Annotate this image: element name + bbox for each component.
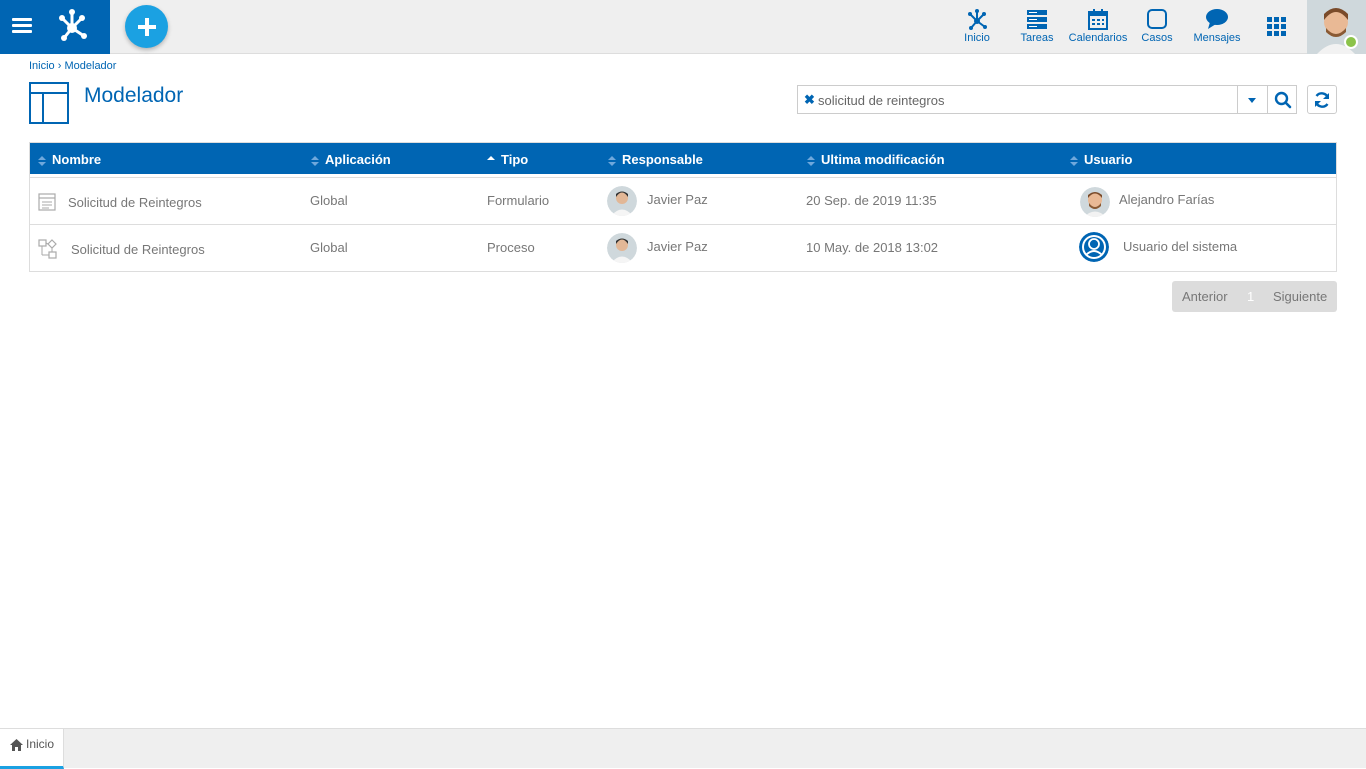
cell-responsable: Javier Paz [647, 192, 708, 207]
column-header-responsable[interactable]: Responsable [608, 143, 703, 177]
column-label: Aplicación [325, 152, 391, 167]
page-title: Modelador [84, 84, 184, 107]
breadcrumb: Inicio › Modelador [29, 60, 116, 72]
current-page-number[interactable]: 1 [1247, 289, 1254, 304]
sort-icon [1070, 155, 1078, 166]
sort-icon [608, 155, 616, 166]
cell-responsable: Javier Paz [647, 239, 708, 254]
pagination: Anterior 1 Siguiente [1172, 281, 1337, 312]
brand-area [0, 0, 110, 54]
nav-inicio[interactable]: Inicio [957, 0, 997, 54]
user-avatar-button[interactable] [1307, 0, 1366, 54]
cell-nombre[interactable]: Solicitud de Reintegros [68, 180, 202, 226]
breadcrumb-current: Modelador [64, 60, 117, 72]
top-bar: Inicio Tareas Calendarios Casos Mensajes [0, 0, 1366, 54]
column-label: Tipo [501, 152, 529, 167]
column-label: Usuario [1084, 152, 1133, 167]
form-icon [38, 193, 56, 211]
hamburger-menu-button[interactable] [12, 15, 34, 35]
process-icon [38, 239, 57, 259]
table-row[interactable]: Solicitud de Reintegros Global Formulari… [30, 177, 1336, 224]
avatar [1080, 187, 1110, 217]
column-label: Nombre [52, 152, 102, 167]
modeler-layout-icon [29, 82, 69, 124]
table-row[interactable]: Solicitud de Reintegros Global Proceso J… [30, 224, 1336, 271]
avatar [607, 186, 637, 216]
column-label: Ultima modificación [821, 152, 945, 167]
tasks-icon [1027, 10, 1047, 29]
nav-mensajes[interactable]: Mensajes [1190, 0, 1244, 54]
cell-usuario: Alejandro Farías [1119, 192, 1215, 207]
search-dropdown-button[interactable] [1237, 86, 1267, 113]
cases-icon [1147, 9, 1167, 29]
column-label: Responsable [622, 152, 703, 167]
nav-casos[interactable]: Casos [1137, 0, 1177, 54]
home-icon [10, 739, 23, 751]
tab-label: Inicio [26, 737, 55, 751]
nav-calendarios[interactable]: Calendarios [1066, 0, 1130, 54]
table-header: Nombre Aplicación Tipo Responsable Ultim… [30, 143, 1336, 177]
breadcrumb-home-link[interactable]: Inicio [29, 60, 55, 72]
search-box: ✖ [797, 85, 1268, 114]
previous-page-button[interactable]: Anterior [1182, 289, 1228, 304]
apps-grid-button[interactable] [1262, 0, 1292, 54]
cell-tipo: Proceso [487, 240, 535, 255]
clear-search-icon[interactable]: ✖ [804, 92, 815, 108]
message-icon [1206, 9, 1228, 29]
column-header-usuario[interactable]: Usuario [1070, 143, 1132, 177]
user-avatar [1307, 0, 1366, 54]
cell-usuario: Usuario del sistema [1123, 239, 1238, 254]
column-header-aplicacion[interactable]: Aplicación [311, 143, 391, 177]
cell-ultima-modificacion: 10 May. de 2018 13:02 [806, 240, 939, 255]
refresh-button[interactable] [1307, 85, 1337, 114]
system-user-icon [1079, 232, 1109, 262]
results-table: Nombre Aplicación Tipo Responsable Ultim… [29, 142, 1337, 272]
sort-icon [38, 155, 46, 166]
cell-nombre[interactable]: Solicitud de Reintegros [71, 227, 205, 273]
calendar-icon [1088, 9, 1108, 30]
cell-aplicacion: Global [310, 240, 348, 255]
bottom-tab-bar: Inicio [0, 728, 1366, 769]
next-page-button[interactable]: Siguiente [1273, 289, 1327, 304]
nav-label: Inicio [964, 32, 990, 44]
sort-ascending-icon [487, 155, 495, 160]
sort-icon [311, 155, 319, 166]
plus-icon [137, 17, 156, 36]
tab-inicio[interactable]: Inicio [0, 729, 64, 769]
cell-ultima-modificacion: 20 Sep. de 2019 11:35 [806, 193, 937, 208]
sort-icon [807, 155, 815, 166]
search-input[interactable] [818, 90, 1228, 110]
nav-label: Casos [1141, 32, 1173, 44]
column-header-tipo[interactable]: Tipo [487, 143, 528, 177]
online-status-indicator [1344, 35, 1358, 49]
column-header-nombre[interactable]: Nombre [38, 143, 101, 177]
nav-tareas[interactable]: Tareas [1017, 0, 1057, 54]
search-icon [1274, 91, 1292, 109]
apps-grid-icon [1267, 17, 1286, 36]
breadcrumb-separator: › [57, 60, 62, 72]
nav-label: Calendarios [1068, 32, 1128, 44]
refresh-icon [1314, 92, 1330, 108]
cell-tipo: Formulario [487, 193, 550, 208]
logo-icon[interactable] [52, 6, 92, 46]
column-header-ultima-modificacion[interactable]: Ultima modificación [807, 143, 945, 177]
nav-label: Tareas [1020, 32, 1054, 44]
nav-label: Mensajes [1193, 32, 1241, 44]
add-button[interactable] [125, 5, 168, 48]
search-button[interactable] [1267, 85, 1297, 114]
cell-aplicacion: Global [310, 193, 348, 208]
process-network-icon [968, 9, 987, 30]
avatar [607, 233, 637, 263]
